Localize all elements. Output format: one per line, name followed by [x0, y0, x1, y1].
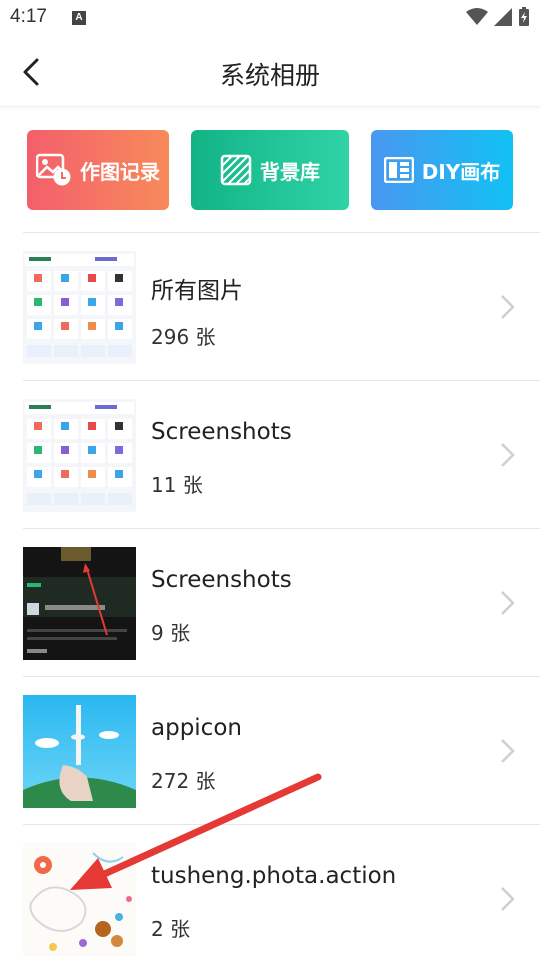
status-icons — [466, 7, 530, 27]
album-row-all-pictures[interactable]: 所有图片 296 张 — [23, 232, 540, 380]
chevron-right-icon — [501, 443, 515, 467]
signal-icon — [494, 8, 512, 26]
album-name: 所有图片 — [151, 278, 243, 304]
chevron-right-icon — [501, 591, 515, 615]
shortcut-bar: 作图记录 背景库 DIY画布 — [0, 130, 540, 210]
shortcut-label: 背景库 — [260, 159, 320, 184]
album-count: 272 张 — [151, 769, 216, 793]
diy-canvas-button[interactable]: DIY画布 — [371, 130, 513, 210]
album-count: 296 张 — [151, 325, 216, 349]
page-title: 系统相册 — [219, 61, 320, 90]
chevron-right-icon — [501, 739, 515, 763]
battery-charging-icon — [519, 7, 529, 26]
drawing-history-button[interactable]: 作图记录 — [27, 130, 169, 210]
album-thumbnail — [23, 251, 136, 364]
album-name: appicon — [151, 715, 242, 741]
shortcut-label: 作图记录 — [80, 159, 160, 184]
album-thumbnail — [23, 843, 136, 956]
image-clock-icon — [36, 153, 71, 186]
layout-icon — [383, 157, 414, 183]
pattern-icon — [220, 154, 252, 186]
header-bar: 系统相册 — [0, 36, 540, 107]
album-list: 所有图片 296 张 Screenshots 11 张 Screenshots … — [0, 232, 540, 972]
album-name: Screenshots — [151, 419, 292, 445]
album-thumbnail — [23, 547, 136, 660]
album-count: 2 张 — [151, 917, 191, 941]
wifi-icon — [466, 8, 488, 25]
status-time: 4:17 — [10, 6, 47, 27]
album-count: 9 张 — [151, 621, 191, 645]
album-row-tusheng[interactable]: tusheng.phota.action 2 张 — [23, 824, 540, 972]
album-row-screenshots-2[interactable]: Screenshots 9 张 — [23, 528, 540, 676]
album-count: 11 张 — [151, 473, 203, 497]
chevron-right-icon — [501, 887, 515, 911]
background-library-button[interactable]: 背景库 — [191, 130, 349, 210]
shortcut-label: DIY画布 — [421, 159, 501, 184]
album-thumbnail — [23, 695, 136, 808]
album-name: tusheng.phota.action — [151, 863, 397, 889]
notification-a-icon: A — [72, 11, 86, 25]
album-thumbnail — [23, 399, 136, 512]
album-name: Screenshots — [151, 567, 292, 593]
chevron-right-icon — [501, 295, 515, 319]
album-row-appicon[interactable]: appicon 272 张 — [23, 676, 540, 824]
album-row-screenshots[interactable]: Screenshots 11 张 — [23, 380, 540, 528]
status-bar: 4:17 A — [0, 0, 540, 36]
